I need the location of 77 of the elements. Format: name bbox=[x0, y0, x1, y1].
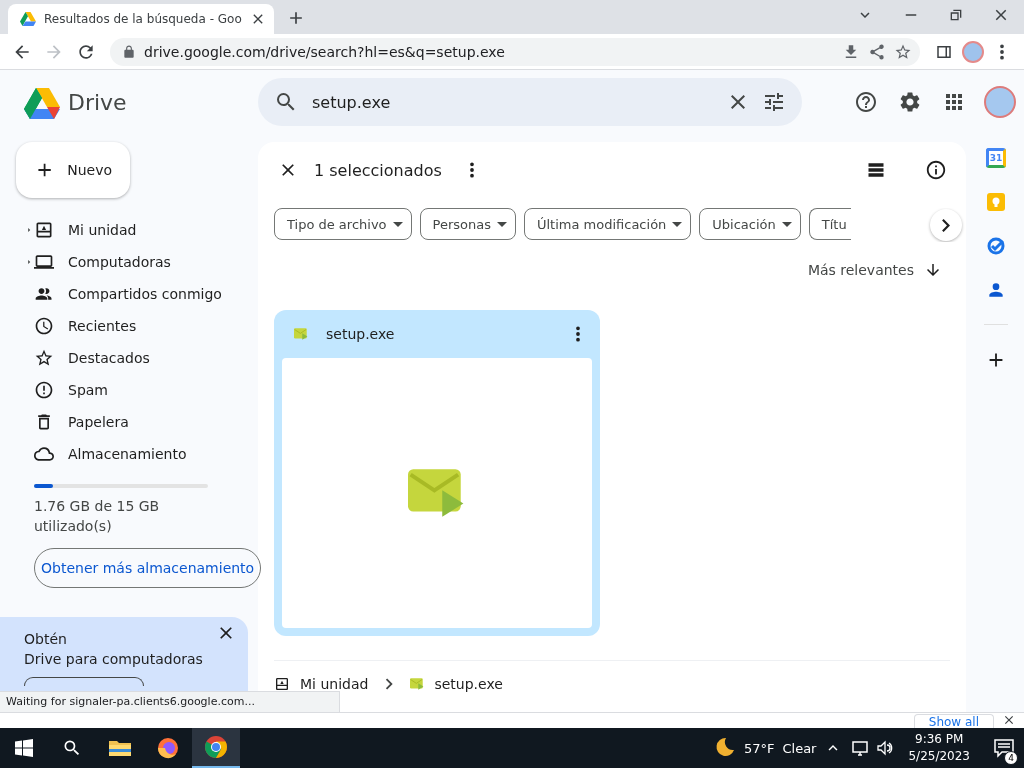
filter-icon[interactable] bbox=[762, 90, 786, 114]
promo-text: Drive para computadoras bbox=[24, 650, 203, 669]
drive-icon bbox=[274, 675, 290, 692]
dropdown-icon bbox=[497, 221, 507, 227]
dropdown-icon bbox=[392, 221, 403, 227]
spam-icon bbox=[34, 380, 54, 400]
lock-icon bbox=[122, 44, 136, 59]
computers-icon bbox=[34, 252, 54, 272]
chrome-icon bbox=[204, 735, 228, 759]
more-icon bbox=[999, 43, 1005, 60]
file-icon bbox=[410, 676, 425, 691]
file-name: setup.exe bbox=[326, 326, 396, 342]
notification-count: 4 bbox=[1004, 751, 1018, 765]
calendar-icon[interactable]: 31 bbox=[986, 148, 1006, 168]
windows-logo-icon bbox=[15, 739, 33, 757]
person-icon[interactable] bbox=[986, 280, 1006, 300]
filter-chip[interactable]: Ubicación bbox=[699, 208, 801, 240]
sidebar-item[interactable]: Mi unidad bbox=[0, 214, 248, 246]
storage-icon bbox=[34, 444, 54, 464]
address-bar[interactable]: drive.google.com/drive/search?hl=es&q=setup.exe bbox=[110, 37, 920, 66]
drive-logo-icon bbox=[20, 11, 36, 27]
sidebar-item[interactable]: Recientes bbox=[0, 310, 248, 342]
notification-icon[interactable] bbox=[993, 737, 1015, 759]
app-title: Drive bbox=[68, 89, 127, 115]
sidebar-item[interactable]: Compartidos conmigo bbox=[0, 278, 248, 310]
promo-title: Obtén bbox=[24, 630, 67, 649]
check-circle-icon[interactable] bbox=[986, 236, 1006, 256]
share-icon[interactable] bbox=[868, 42, 886, 61]
weather-condition[interactable]: Clear bbox=[782, 740, 817, 756]
sort-button[interactable]: Más relevantes bbox=[807, 261, 942, 279]
clock-date[interactable]: 5/25/2023 bbox=[908, 748, 970, 765]
filter-chip[interactable]: Títu bbox=[808, 208, 851, 240]
browser-tab[interactable]: Resultados de la búsqueda - Goo bbox=[8, 4, 274, 34]
breadcrumb-item[interactable]: setup.exe bbox=[410, 675, 503, 692]
search-bar[interactable]: setup.exe bbox=[258, 78, 802, 126]
sidebar-item[interactable]: Papelera bbox=[0, 406, 248, 438]
search-icon bbox=[62, 738, 82, 758]
show-all-button[interactable]: Show all bbox=[913, 714, 994, 728]
drive-logo-icon[interactable] bbox=[24, 85, 60, 119]
scroll-right-button[interactable] bbox=[930, 209, 962, 241]
avatar-icon[interactable] bbox=[984, 86, 1016, 118]
breadcrumb-item[interactable]: Mi unidad bbox=[274, 675, 369, 692]
drive-icon bbox=[34, 220, 54, 240]
sidebar-item[interactable]: Almacenamiento bbox=[0, 438, 248, 470]
chrome-taskbar-button[interactable] bbox=[192, 728, 240, 768]
close-icon[interactable] bbox=[1002, 713, 1016, 727]
filter-chip[interactable]: Personas bbox=[419, 208, 516, 240]
weather-temperature[interactable]: 57°F bbox=[743, 740, 775, 756]
dropdown-icon bbox=[672, 221, 683, 227]
filter-chip[interactable]: Última modificación bbox=[524, 208, 692, 240]
status-bubble: Waiting for signaler-pa.clients6.google.com... bbox=[0, 691, 340, 713]
network-icon[interactable] bbox=[850, 739, 869, 757]
chevron-right-icon bbox=[942, 218, 950, 232]
arrow-down-icon bbox=[924, 261, 942, 279]
firefox-icon bbox=[156, 736, 180, 760]
sidebar-item[interactable]: Spam bbox=[0, 374, 248, 406]
dropdown-icon bbox=[781, 221, 792, 227]
restore-icon[interactable] bbox=[948, 7, 964, 23]
new-button[interactable]: Nuevo bbox=[16, 142, 130, 198]
help-icon bbox=[854, 90, 878, 114]
filter-chip[interactable]: Tipo de archivo bbox=[274, 208, 412, 240]
list-icon bbox=[866, 160, 886, 180]
file-card[interactable]: setup.exe bbox=[274, 310, 600, 636]
starred-icon bbox=[34, 348, 54, 368]
selection-count: 1 seleccionados bbox=[314, 160, 442, 180]
more-icon bbox=[468, 162, 475, 178]
info-icon bbox=[925, 159, 947, 181]
storage-text: 1.76 GB de 15 GB utilizado(s) bbox=[34, 497, 161, 536]
file-icon bbox=[294, 327, 308, 341]
recent-icon bbox=[34, 316, 54, 336]
sidebar-item[interactable]: Destacados bbox=[0, 342, 248, 374]
more-icon bbox=[575, 326, 581, 342]
settings-icon bbox=[898, 90, 922, 114]
volume-icon[interactable] bbox=[876, 739, 895, 757]
sidebar-item[interactable]: Computadoras bbox=[0, 246, 248, 278]
search-field[interactable]: setup.exe bbox=[310, 91, 714, 113]
clock-time[interactable]: 9:36 PM bbox=[915, 731, 964, 748]
